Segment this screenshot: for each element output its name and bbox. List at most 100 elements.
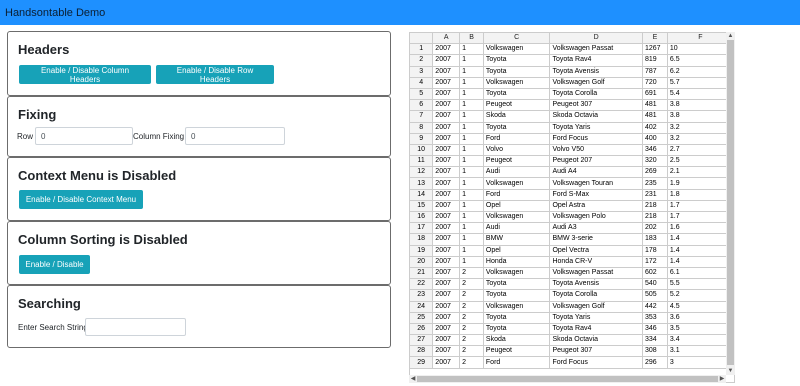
- table-cell[interactable]: Toyota: [483, 323, 551, 336]
- table-cell[interactable]: 1.9: [667, 177, 734, 190]
- table-cell[interactable]: 1: [459, 222, 484, 235]
- table-cell[interactable]: 2.5: [667, 155, 734, 168]
- table-cell[interactable]: 1: [459, 77, 484, 89]
- table-cell[interactable]: Volkswagen: [483, 77, 551, 89]
- table-cell[interactable]: 1.8: [667, 189, 734, 201]
- table-cell[interactable]: 1: [459, 256, 484, 268]
- table-cell[interactable]: Toyota Avensis: [549, 66, 643, 78]
- table-cell[interactable]: Peugeot: [483, 99, 551, 112]
- table-cell[interactable]: 10: [667, 43, 734, 56]
- table-cell[interactable]: 2007: [432, 155, 461, 168]
- table-cell[interactable]: 5.7: [667, 77, 734, 89]
- table-cell[interactable]: 296: [642, 356, 668, 369]
- table-cell[interactable]: 1.4: [667, 256, 734, 268]
- table-cell[interactable]: 1: [459, 122, 484, 134]
- table-cell[interactable]: 1.4: [667, 245, 734, 257]
- row-header[interactable]: 1: [410, 43, 434, 56]
- table-cell[interactable]: Volkswagen Passat: [549, 267, 643, 280]
- table-cell[interactable]: Volkswagen: [483, 43, 551, 56]
- table-cell[interactable]: Opel Vectra: [549, 245, 643, 257]
- table-cell[interactable]: Toyota: [483, 289, 551, 302]
- table-cell[interactable]: Audi A4: [549, 166, 643, 179]
- table-cell[interactable]: Volkswagen Polo: [549, 211, 643, 224]
- table-cell[interactable]: 2.1: [667, 166, 734, 179]
- row-header[interactable]: 9: [410, 133, 434, 145]
- row-header[interactable]: 23: [410, 289, 434, 302]
- vertical-scrollbar[interactable]: ▲ ▼: [726, 32, 735, 375]
- table-cell[interactable]: 3.8: [667, 99, 734, 112]
- table-cell[interactable]: 819: [642, 54, 668, 67]
- table-cell[interactable]: Toyota Corolla: [549, 289, 643, 302]
- toggle-context-menu-button[interactable]: Enable / Disable Context Menu: [19, 190, 143, 209]
- table-cell[interactable]: Honda: [483, 256, 551, 268]
- table-cell[interactable]: BMW 3-serie: [549, 233, 643, 246]
- table-cell[interactable]: 3.2: [667, 122, 734, 134]
- table-cell[interactable]: Volkswagen: [483, 267, 551, 280]
- table-cell[interactable]: 2: [459, 345, 484, 358]
- row-header[interactable]: 29: [410, 356, 434, 369]
- table-cell[interactable]: 3.5: [667, 323, 734, 336]
- table-cell[interactable]: 1: [459, 200, 484, 213]
- table-cell[interactable]: 2007: [432, 54, 461, 67]
- table-cell[interactable]: Toyota Yaris: [549, 312, 643, 324]
- scroll-left-icon[interactable]: ◀: [409, 375, 417, 383]
- table-cell[interactable]: Volkswagen Passat: [549, 43, 643, 56]
- table-cell[interactable]: 481: [642, 110, 668, 123]
- table-cell[interactable]: 1: [459, 177, 484, 190]
- row-header[interactable]: 16: [410, 211, 434, 224]
- table-cell[interactable]: Opel Astra: [549, 200, 643, 213]
- table-cell[interactable]: Toyota: [483, 122, 551, 134]
- table-cell[interactable]: 2007: [432, 189, 461, 201]
- table-cell[interactable]: 346: [642, 323, 668, 336]
- table-cell[interactable]: 1.6: [667, 222, 734, 235]
- row-header[interactable]: 26: [410, 323, 434, 336]
- table-cell[interactable]: 2007: [432, 177, 461, 190]
- table-cell[interactable]: 2: [459, 356, 484, 369]
- table-cell[interactable]: 3.6: [667, 312, 734, 324]
- row-header[interactable]: 25: [410, 312, 434, 324]
- toggle-column-headers-button[interactable]: Enable / Disable Column Headers: [19, 65, 151, 84]
- scroll-right-icon[interactable]: ▶: [718, 375, 726, 383]
- table-cell[interactable]: 602: [642, 267, 668, 280]
- table-cell[interactable]: 3.2: [667, 133, 734, 145]
- table-cell[interactable]: 202: [642, 222, 668, 235]
- table-cell[interactable]: 2007: [432, 323, 461, 336]
- row-header[interactable]: 15: [410, 200, 434, 213]
- table-cell[interactable]: 2007: [432, 233, 461, 246]
- column-header-e[interactable]: E: [642, 33, 668, 45]
- table-cell[interactable]: 691: [642, 88, 668, 101]
- table-cell[interactable]: 5.2: [667, 289, 734, 302]
- table-cell[interactable]: 2007: [432, 99, 461, 112]
- table-cell[interactable]: 2007: [432, 110, 461, 123]
- table-cell[interactable]: 2007: [432, 200, 461, 213]
- table-cell[interactable]: Peugeot 207: [549, 155, 643, 168]
- table-cell[interactable]: 2007: [432, 211, 461, 224]
- horizontal-scroll-thumb[interactable]: [417, 376, 718, 382]
- row-header[interactable]: 27: [410, 334, 434, 347]
- column-header-c[interactable]: C: [483, 33, 551, 45]
- row-header[interactable]: 7: [410, 110, 434, 123]
- table-cell[interactable]: 353: [642, 312, 668, 324]
- table-cell[interactable]: Ford Focus: [549, 356, 643, 369]
- table-cell[interactable]: Toyota Rav4: [549, 323, 643, 336]
- table-cell[interactable]: 2007: [432, 267, 461, 280]
- horizontal-scrollbar[interactable]: ◀ ▶: [409, 375, 726, 383]
- scroll-up-icon[interactable]: ▲: [726, 32, 735, 40]
- row-header[interactable]: 28: [410, 345, 434, 358]
- table-cell[interactable]: BMW: [483, 233, 551, 246]
- table-cell[interactable]: 2: [459, 312, 484, 324]
- table-cell[interactable]: Toyota: [483, 88, 551, 101]
- table-cell[interactable]: 3.4: [667, 334, 734, 347]
- table-cell[interactable]: 2007: [432, 122, 461, 134]
- table-cell[interactable]: Volkswagen Golf: [549, 77, 643, 89]
- table-cell[interactable]: 3: [667, 356, 734, 369]
- table-cell[interactable]: 2007: [432, 166, 461, 179]
- table-cell[interactable]: Volkswagen Golf: [549, 301, 643, 313]
- table-cell[interactable]: 1267: [642, 43, 668, 56]
- table-cell[interactable]: 6.1: [667, 267, 734, 280]
- column-fixing-input[interactable]: [185, 127, 285, 145]
- table-cell[interactable]: Toyota Avensis: [549, 278, 643, 291]
- table-cell[interactable]: Peugeot: [483, 155, 551, 168]
- table-cell[interactable]: Toyota Rav4: [549, 54, 643, 67]
- row-header[interactable]: 13: [410, 177, 434, 190]
